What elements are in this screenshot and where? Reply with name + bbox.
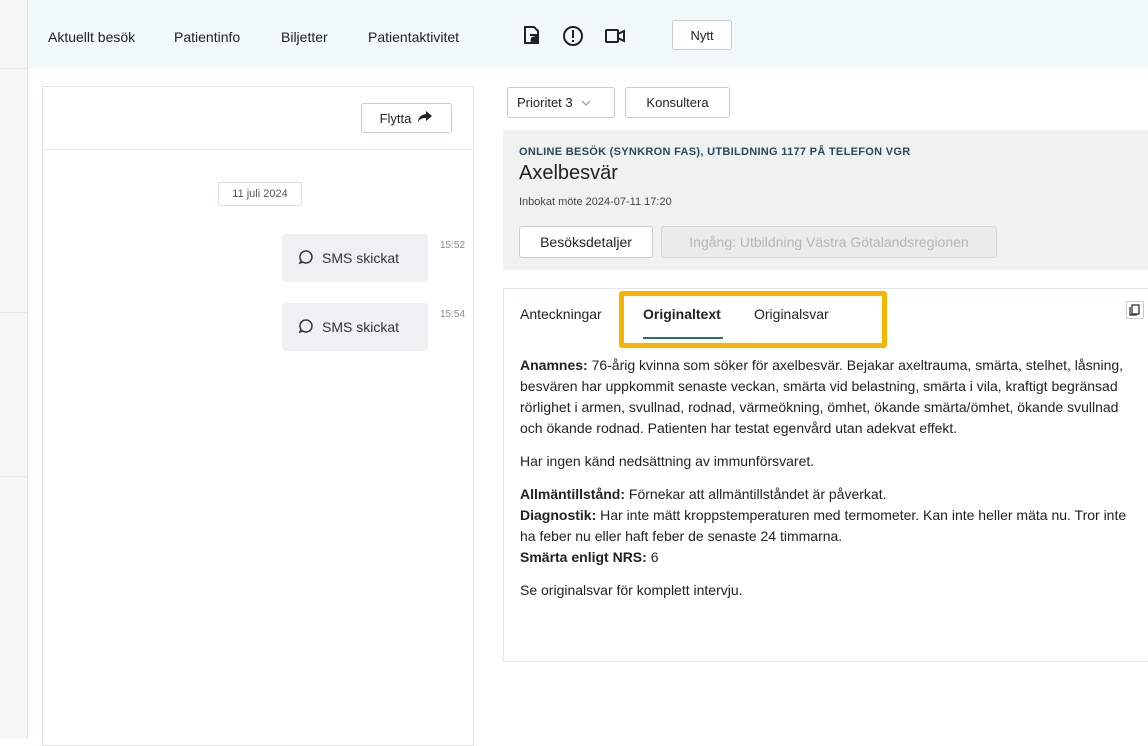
chat-header-divider <box>43 149 473 150</box>
active-tab-indicator <box>643 337 723 339</box>
findings-paragraph: Allmäntillstånd: Förnekar att allmäntill… <box>520 484 1130 568</box>
visit-card: ONLINE BESÖK (SYNKRON FAS), UTBILDNING 1… <box>503 130 1148 270</box>
anamnes-text: 76-årig kvinna som söker för axelbesvär.… <box>520 357 1124 436</box>
notes-panel: Anteckningar Originaltext Originalsvar A… <box>503 288 1148 662</box>
nav-patient-activity[interactable]: Patientaktivitet <box>368 29 459 45</box>
footer-text: Se originalsvar för komplett intervju. <box>520 582 743 598</box>
general-text: Förnekar att allmäntillståndet är påverk… <box>625 486 887 502</box>
tab-original-text[interactable]: Originaltext <box>643 306 721 322</box>
immune-text: Har ingen känd nedsättning av immunförsv… <box>520 453 815 469</box>
video-icon[interactable] <box>603 24 627 48</box>
nrs-label: Smärta enligt NRS: <box>520 549 647 565</box>
chat-bubble-icon <box>298 249 314 268</box>
visit-details-button[interactable]: Besöksdetaljer <box>519 226 653 258</box>
original-text-body: Anamnes: 76-årig kvinna som söker för ax… <box>520 343 1130 601</box>
arrow-share-icon <box>417 110 433 127</box>
move-button[interactable]: Flytta <box>361 103 452 133</box>
nav-patient-info[interactable]: Patientinfo <box>174 29 240 45</box>
alert-icon[interactable] <box>561 24 585 48</box>
chat-message: SMS skickat <box>282 303 428 351</box>
chat-bubble-icon <box>298 318 314 337</box>
chat-message: SMS skickat <box>282 234 428 282</box>
message-time: 15:52 <box>440 240 466 251</box>
message-text: SMS skickat <box>322 250 400 266</box>
nav-current-visit[interactable]: Aktuellt besök <box>48 29 135 45</box>
document-icon[interactable] <box>520 24 544 48</box>
diagnostics-label: Diagnostik: <box>520 507 597 523</box>
priority-select[interactable]: Prioritet 3 <box>507 87 615 118</box>
nav-tickets[interactable]: Biljetter <box>281 29 328 45</box>
anamnes-label: Anamnes: <box>520 357 588 373</box>
entry-button: Ingång: Utbildning Västra Götalandsregio… <box>661 226 997 258</box>
visit-title: Axelbesvär <box>519 162 618 184</box>
anamnes-paragraph: Anamnes: 76-årig kvinna som söker för ax… <box>520 355 1130 439</box>
rail-divider <box>0 312 28 313</box>
chat-panel: Flytta 11 juli 2024 SMS skickat 15:52 SM… <box>42 86 474 746</box>
tab-original-answers[interactable]: Originalsvar <box>754 306 829 322</box>
move-label: Flytta <box>379 110 412 126</box>
tab-notes[interactable]: Anteckningar <box>520 306 602 322</box>
new-button[interactable]: Nytt <box>672 20 732 50</box>
visit-booked-time: Inbokat möte 2024-07-11 17:20 <box>519 196 672 208</box>
left-rail <box>0 0 28 739</box>
top-nav-bar: Aktuellt besök Patientinfo Biljetter Pat… <box>28 0 1148 68</box>
rail-divider <box>0 68 28 69</box>
consult-button[interactable]: Konsultera <box>625 87 730 118</box>
general-label: Allmäntillstånd: <box>520 486 626 502</box>
message-time: 15:54 <box>440 309 466 320</box>
diagnostics-text: Har inte mätt kroppstemperaturen med ter… <box>520 507 1127 544</box>
visit-tag: ONLINE BESÖK (SYNKRON FAS), UTBILDNING 1… <box>519 146 911 158</box>
rail-divider <box>0 476 28 477</box>
copy-icon[interactable] <box>1126 301 1144 319</box>
date-chip: 11 juli 2024 <box>218 182 302 206</box>
nrs-value: 6 <box>646 549 659 565</box>
message-text: SMS skickat <box>322 319 400 335</box>
chevron-down-icon <box>581 95 591 110</box>
priority-value: Prioritet 3 <box>517 95 573 110</box>
